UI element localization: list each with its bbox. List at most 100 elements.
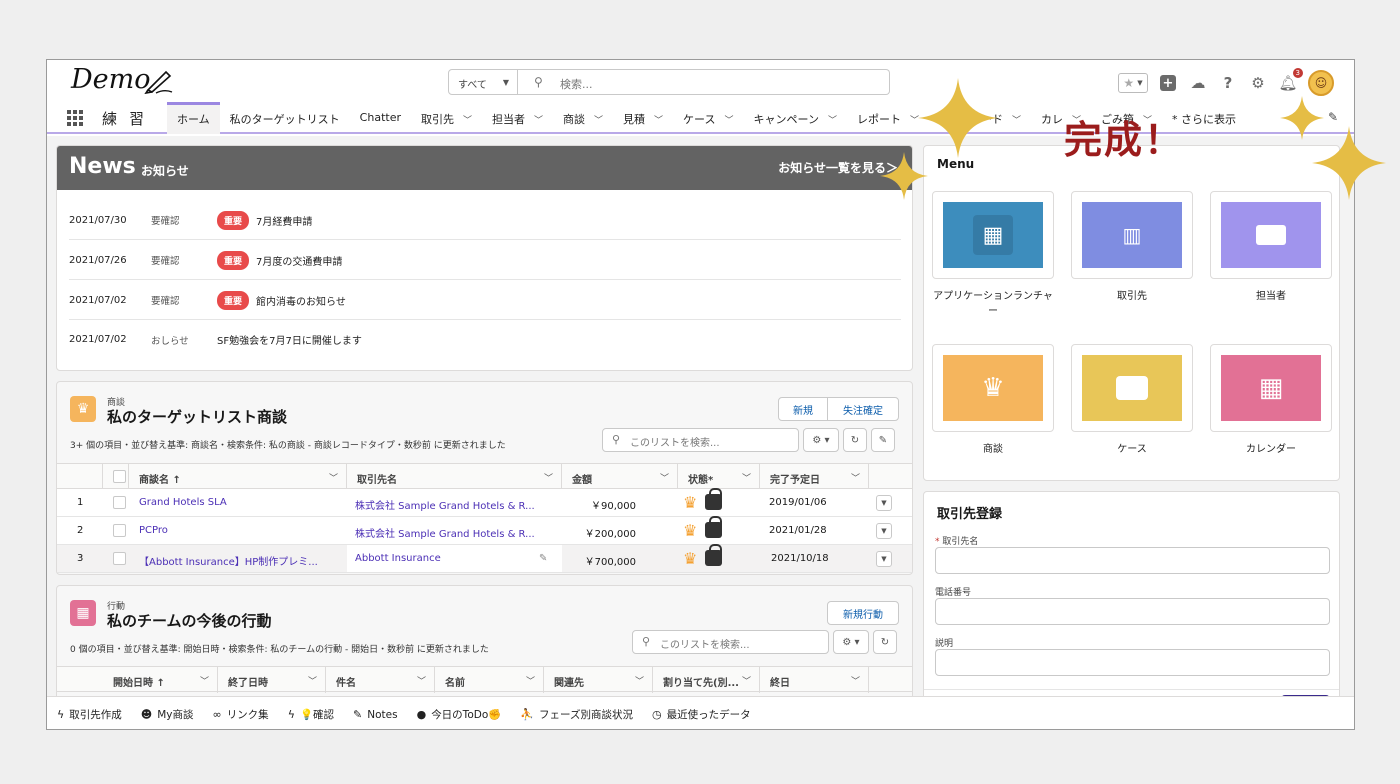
column-header[interactable]: 割り当て先(別... ﹀ [653, 667, 760, 693]
utility-item[interactable]: ∞ リンク集 [213, 707, 269, 722]
chevron-down-icon[interactable]: ﹀ [828, 116, 837, 126]
column-header[interactable]: 関連先 ﹀ [544, 667, 653, 693]
row-checkbox[interactable] [113, 496, 126, 509]
chevron-down-icon[interactable]: ﹀ [308, 674, 317, 687]
news-item[interactable]: 2021/07/02 要確認 重要 館内消毒のお知らせ [69, 281, 901, 320]
column-header[interactable]: 名前 ﹀ [435, 667, 544, 693]
description-field[interactable] [935, 649, 1330, 676]
edit-nav-icon[interactable]: ✎ [1328, 110, 1338, 124]
table-row[interactable]: 2 PCPro 株式会社 Sample Grand Hotels & R... … [57, 516, 912, 545]
table-row[interactable]: 1 Grand Hotels SLA 株式会社 Sample Grand Hot… [57, 488, 912, 517]
account-link[interactable]: Abbott Insurance [355, 553, 525, 564]
column-header[interactable]: 終了日時 ﹀ [218, 667, 326, 693]
tab-quotes[interactable]: 見積 ﹀ [613, 102, 673, 134]
chevron-down-icon[interactable]: ﹀ [635, 674, 644, 687]
row-checkbox[interactable] [113, 552, 126, 565]
new-opportunity-button[interactable]: 新規 [778, 397, 828, 421]
search-scope-select[interactable]: すべて ▼ [448, 69, 518, 95]
utility-item[interactable]: ϟ 取引先作成 [57, 707, 122, 722]
utility-item[interactable]: ◷ 最近使ったデータ [652, 707, 751, 722]
tab-dashboards[interactable]: ード ﹀ [929, 102, 1031, 134]
global-actions-button[interactable]: + [1158, 73, 1178, 93]
phone-field[interactable] [935, 598, 1330, 625]
account-link[interactable]: 株式会社 Sample Grand Hotels & R... [355, 497, 555, 512]
utility-item[interactable]: ☻ My商談 [141, 707, 194, 722]
column-header[interactable]: 件名 ﹀ [326, 667, 435, 693]
app-launcher-icon[interactable] [67, 110, 83, 126]
chevron-down-icon[interactable]: ﹀ [654, 116, 663, 126]
close-lost-button[interactable]: 失注確定 [827, 397, 899, 421]
app-launcher-tile[interactable]: ▦ [932, 191, 1054, 279]
column-header[interactable]: 終日 ﹀ [760, 667, 869, 693]
contacts-tile[interactable] [1210, 191, 1332, 279]
favorites-button[interactable]: ★ ▼ [1118, 73, 1148, 93]
chevron-down-icon[interactable]: ﹀ [1012, 116, 1021, 126]
pencil-icon[interactable]: ✎ [539, 553, 547, 564]
chevron-down-icon[interactable]: ﹀ [463, 116, 472, 126]
chevron-down-icon[interactable]: ﹀ [742, 674, 751, 687]
accounts-tile[interactable]: ▥ [1071, 191, 1193, 279]
utility-item[interactable]: ⛹ フェーズ別商談状況 [520, 707, 633, 722]
opportunities-tile[interactable]: ♛ [932, 344, 1054, 432]
utility-item[interactable]: ϟ 💡確認 [288, 707, 334, 722]
global-search-input[interactable]: ⚲ 検索... [518, 69, 890, 95]
news-item[interactable]: 2021/07/02 おしらせ SF勉強会を7月7日に開催します [69, 320, 901, 359]
list-search-input[interactable]: ⚲ このリストを検索... [632, 630, 829, 654]
tab-target-list[interactable]: 私のターゲットリスト [220, 102, 350, 134]
new-event-button[interactable]: 新規行動 [827, 601, 899, 625]
utility-item[interactable]: ✎ Notes [353, 708, 398, 721]
chevron-down-icon[interactable]: ﹀ [329, 471, 338, 484]
account-name-field[interactable] [935, 547, 1330, 574]
column-header[interactable]: 完了予定日 ﹀ [760, 464, 869, 490]
row-actions-button[interactable]: ▼ [876, 551, 892, 567]
tab-chatter[interactable]: Chatter [350, 102, 411, 134]
column-header[interactable]: 金額 ﹀ [562, 464, 678, 490]
tab-contacts[interactable]: 担当者 ﹀ [482, 102, 553, 134]
row-checkbox[interactable] [113, 524, 126, 537]
chevron-down-icon[interactable]: ﹀ [725, 116, 734, 126]
row-actions-button[interactable]: ▼ [876, 495, 892, 511]
edit-list-button[interactable]: ✎ [871, 428, 895, 452]
row-actions-button[interactable]: ▼ [876, 523, 892, 539]
refresh-button[interactable]: ↻ [843, 428, 867, 452]
refresh-button[interactable]: ↻ [873, 630, 897, 654]
news-item[interactable]: 2021/07/30 要確認 重要 7月経費申請 [69, 201, 901, 240]
list-settings-button[interactable]: ⚙ ▾ [833, 630, 869, 654]
chevron-down-icon[interactable]: ﹀ [851, 674, 860, 687]
help-button[interactable]: ? [1218, 73, 1238, 93]
chevron-down-icon[interactable]: ﹀ [534, 116, 543, 126]
table-row[interactable]: 3 【Abbott Insurance】HP制作プレミ... Abbott In… [57, 544, 912, 573]
cases-tile[interactable] [1071, 344, 1193, 432]
tab-reports[interactable]: レポート ﹀ [847, 102, 929, 134]
chevron-down-icon[interactable]: ﹀ [544, 471, 553, 484]
chevron-down-icon[interactable]: ﹀ [526, 674, 535, 687]
chevron-down-icon[interactable]: ﹀ [417, 674, 426, 687]
chevron-down-icon[interactable]: ﹀ [851, 471, 860, 484]
avatar[interactable]: ☺ [1308, 70, 1334, 96]
news-item[interactable]: 2021/07/26 要確認 重要 7月度の交通費申請 [69, 241, 901, 280]
utility-item[interactable]: ● 今日のToDo✊ [417, 707, 502, 722]
trailhead-button[interactable]: ☁ [1188, 73, 1208, 93]
notifications-button[interactable]: 🔔︎ 3 [1278, 68, 1303, 93]
tab-accounts[interactable]: 取引先 ﹀ [411, 102, 482, 134]
column-header[interactable]: 開始日時 ↑ ﹀ [103, 667, 218, 693]
list-settings-button[interactable]: ⚙ ▾ [803, 428, 839, 452]
chevron-down-icon[interactable]: ﹀ [660, 471, 669, 484]
account-link[interactable]: 株式会社 Sample Grand Hotels & R... [355, 525, 555, 540]
tab-campaigns[interactable]: キャンペーン ﹀ [744, 102, 847, 134]
opportunity-link[interactable]: PCPro [139, 525, 339, 536]
column-header[interactable]: 状態* ﹀ [678, 464, 760, 490]
list-search-input[interactable]: ⚲ このリストを検索... [602, 428, 799, 452]
tab-home[interactable]: ホーム [167, 102, 220, 134]
opportunity-link[interactable]: Grand Hotels SLA [139, 497, 339, 508]
news-more-link[interactable]: お知らせ一覧を見る＞ [778, 159, 898, 176]
tab-opportunities[interactable]: 商談 ﹀ [553, 102, 613, 134]
calendar-tile[interactable]: ▦ [1210, 344, 1332, 432]
tab-cases[interactable]: ケース ﹀ [673, 102, 743, 134]
select-all-checkbox[interactable] [113, 470, 126, 483]
column-header[interactable]: 商談名 ↑ ﹀ [129, 464, 347, 490]
chevron-down-icon[interactable]: ﹀ [594, 116, 603, 126]
chevron-down-icon[interactable]: ﹀ [910, 116, 919, 126]
chevron-down-icon[interactable]: ﹀ [742, 471, 751, 484]
setup-button[interactable]: ⚙ [1248, 73, 1268, 93]
